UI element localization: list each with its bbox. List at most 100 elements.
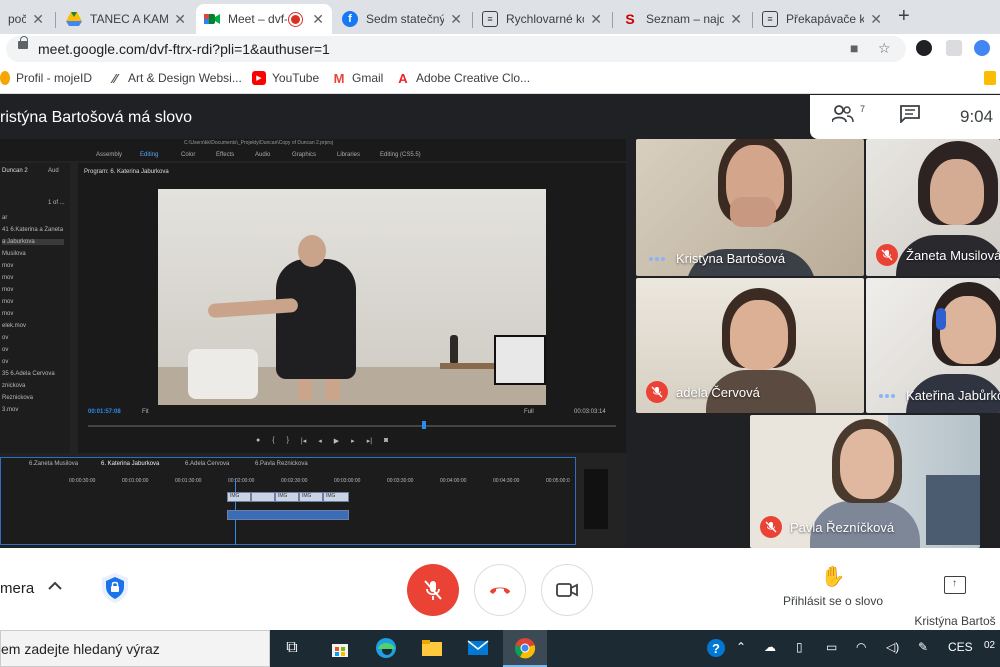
project-item[interactable]: znickova	[2, 383, 25, 389]
close-icon[interactable]: ✕	[32, 11, 44, 28]
project-item[interactable]: mov	[2, 275, 13, 281]
workspace-color[interactable]: Color	[181, 152, 195, 158]
people-icon[interactable]	[831, 105, 854, 128]
workspace-graphics[interactable]: Graphics	[292, 152, 316, 158]
tab-meet[interactable]: Meet – dvf-ftrx-rdi ✕	[196, 4, 332, 34]
bookmark-mojeid[interactable]: Profil - mojeID	[0, 71, 92, 85]
task-view-icon[interactable]: ⧉	[280, 636, 304, 660]
out-point-icon[interactable]: }	[287, 437, 289, 447]
tray-clock[interactable]: 02	[984, 640, 995, 651]
microphone-toggle-button[interactable]	[407, 564, 459, 616]
extension-icon[interactable]	[946, 40, 962, 56]
project-tab[interactable]: Duncan 2	[2, 168, 28, 174]
in-point-icon[interactable]: {	[272, 437, 274, 447]
raise-hand-button[interactable]: ✋ Přihlásit se o slovo	[776, 566, 890, 608]
project-item[interactable]: 35 6.Adela Cervova	[2, 371, 55, 377]
url-text[interactable]: meet.google.com/dvf-ftrx-rdi?pli=1&authu…	[38, 41, 330, 57]
playhead-marker[interactable]	[422, 421, 426, 429]
project-item[interactable]: ov	[2, 347, 8, 353]
extension-icon[interactable]	[916, 40, 932, 56]
edge-icon[interactable]	[374, 636, 398, 660]
participant-tile[interactable]: adela Červová	[636, 278, 864, 413]
participant-tile[interactable]: Pavla Řezníčková	[750, 415, 980, 548]
bookmark-youtube[interactable]: ▶ YouTube	[252, 71, 319, 85]
workspace-libraries[interactable]: Libraries	[337, 152, 360, 158]
lock-icon[interactable]	[18, 36, 28, 49]
close-icon[interactable]: ✕	[312, 11, 324, 28]
video-clip[interactable]: IMG	[323, 492, 349, 502]
step-back-icon[interactable]: ◂	[318, 437, 322, 447]
tab-rychlovarne-konvice[interactable]: ≡ Rychlovarné konvice ✕	[474, 4, 610, 34]
go-to-out-icon[interactable]: ▸|	[367, 437, 372, 447]
new-tab-icon[interactable]: +	[898, 5, 910, 28]
sequence-tab[interactable]: 6.Pavla Reznickova	[255, 461, 308, 467]
sequence-tab[interactable]: 6.Adela Cervova	[185, 461, 229, 467]
chevron-up-icon[interactable]: ⌃	[736, 640, 746, 654]
chevron-up-icon[interactable]	[48, 578, 62, 596]
project-item[interactable]: 3.mov	[2, 407, 18, 413]
pen-icon[interactable]: ✎	[918, 640, 928, 654]
video-clip[interactable]	[251, 492, 275, 502]
resolution-dropdown[interactable]: Full	[524, 409, 534, 415]
leave-call-button[interactable]	[474, 564, 526, 616]
meeting-details-label[interactable]: mera	[0, 580, 34, 597]
profile-avatar-icon[interactable]	[974, 40, 990, 56]
address-bar[interactable]: meet.google.com/dvf-ftrx-rdi?pli=1&authu…	[6, 36, 906, 62]
video-clip[interactable]: IMG	[227, 492, 251, 502]
mail-icon[interactable]	[466, 636, 490, 660]
project-item[interactable]: ov	[2, 335, 8, 341]
video-clip[interactable]: IMG	[275, 492, 299, 502]
sequence-tab[interactable]: 6.Zaneta Musilova	[29, 461, 78, 467]
play-icon[interactable]: ▶	[334, 437, 339, 447]
close-icon[interactable]: ✕	[174, 11, 186, 28]
workspace-audio[interactable]: Audio	[255, 152, 270, 158]
project-item[interactable]: 41 6.Katerina a Zaneta	[2, 227, 63, 233]
close-icon[interactable]: ✕	[590, 11, 602, 28]
participant-tile[interactable]: Kristýna Bartošová	[636, 139, 864, 276]
audio-clip[interactable]	[227, 510, 349, 520]
usb-icon[interactable]: ▯	[796, 640, 803, 654]
project-item[interactable]: mov	[2, 287, 13, 293]
export-frame-icon[interactable]: ◙	[384, 437, 388, 447]
project-item[interactable]: Musilova	[2, 251, 26, 257]
video-clip[interactable]: IMG	[299, 492, 323, 502]
store-icon[interactable]	[328, 636, 352, 660]
participant-tile[interactable]: Žaneta Musilová	[866, 139, 1000, 276]
workspace-effects[interactable]: Effects	[216, 152, 234, 158]
workspace-editing[interactable]: Editing	[140, 152, 158, 158]
volume-icon[interactable]: ◁)	[886, 640, 899, 654]
camera-permission-icon[interactable]: ■	[850, 40, 858, 56]
workspace-editing-cs55[interactable]: Editing (CS5.5)	[380, 152, 421, 158]
wifi-icon[interactable]: ◠	[856, 640, 866, 654]
project-item[interactable]: mov	[2, 299, 13, 305]
star-icon[interactable]: ☆	[878, 40, 891, 57]
project-item[interactable]: ar	[2, 215, 7, 221]
chat-icon[interactable]	[900, 105, 920, 128]
project-item[interactable]: mov	[2, 263, 13, 269]
workspace-assembly[interactable]: Assembly	[96, 152, 122, 158]
program-scrubber[interactable]	[88, 425, 616, 427]
project-item[interactable]: mov	[2, 311, 13, 317]
project-item[interactable]: Reznickova	[2, 395, 33, 401]
project-item[interactable]: elek.mov	[2, 323, 26, 329]
close-icon[interactable]: ✕	[730, 11, 742, 28]
tab-tanec-a-kamera[interactable]: TANEC A KAMERA ✕	[58, 4, 194, 34]
fit-dropdown[interactable]: Fit	[142, 409, 149, 415]
tab-seznam[interactable]: S Seznam – najdu tam ✕	[614, 4, 750, 34]
folder-icon[interactable]	[984, 71, 996, 85]
tab-prekapavace[interactable]: ≡ Překapávače kávy ✕	[754, 4, 890, 34]
help-icon[interactable]: ?	[704, 636, 728, 660]
bookmark-art-design[interactable]: ⁄⁄ Art & Design Websi...	[108, 71, 242, 86]
file-explorer-icon[interactable]	[420, 636, 444, 660]
project-item[interactable]: a Jaburkova	[2, 239, 64, 245]
taskbar-search-box[interactable]: em zadejte hledaný výraz	[0, 630, 270, 667]
chrome-taskbar-item[interactable]	[503, 630, 547, 667]
input-language[interactable]: CES	[948, 640, 973, 654]
marker-icon[interactable]: ●	[256, 437, 260, 447]
tab-posta[interactable]: počta ✕	[0, 4, 52, 34]
project-item[interactable]: ov	[2, 359, 8, 365]
camera-toggle-button[interactable]	[541, 564, 593, 616]
tab-sedm-statecnych[interactable]: f Sedm statečných ✕	[334, 4, 470, 34]
participant-tile[interactable]: Kateřina Jabůrkova	[866, 278, 1000, 413]
sequence-tab[interactable]: 6. Katerina Jaburkova	[101, 461, 159, 467]
